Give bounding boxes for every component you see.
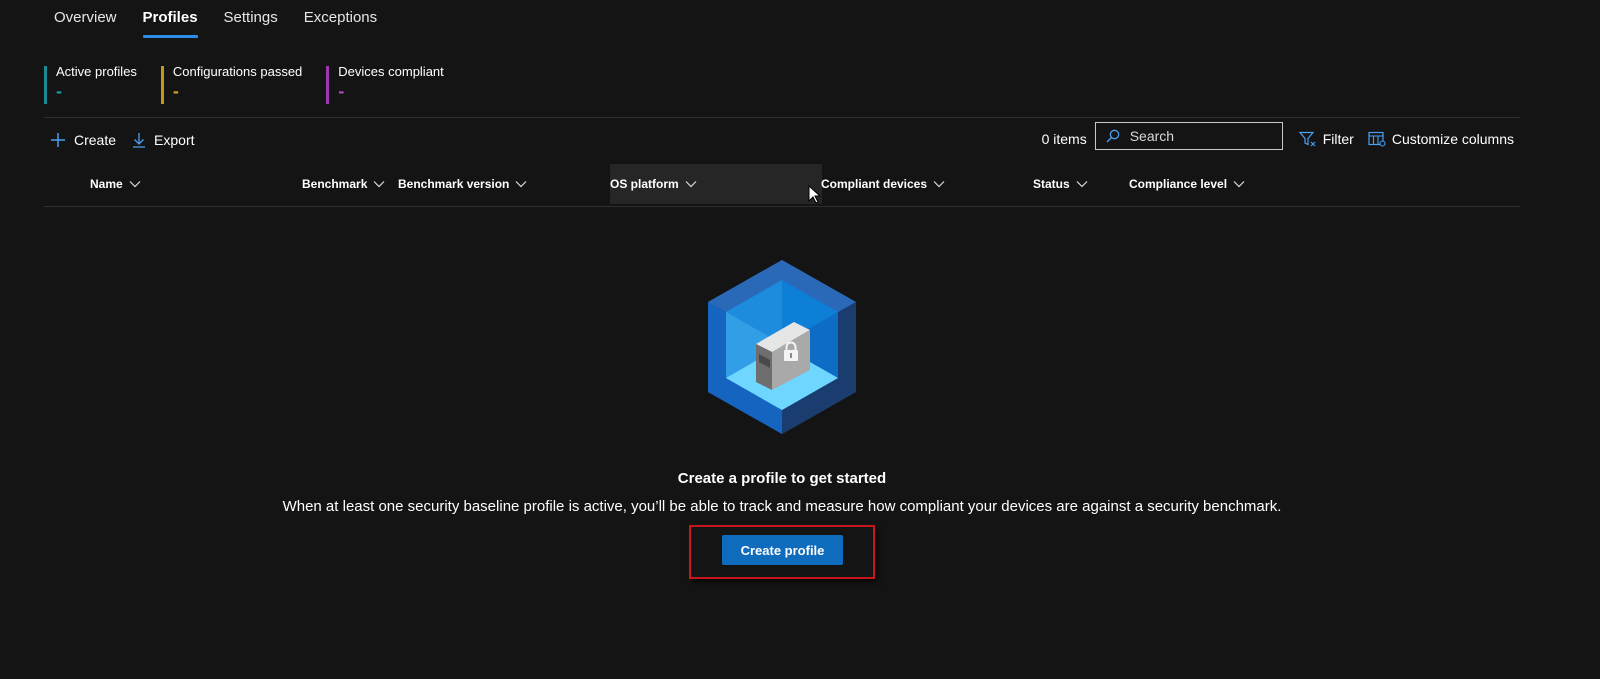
export-button-label: Export bbox=[154, 132, 195, 148]
chevron-down-icon bbox=[129, 181, 141, 188]
empty-state-description: When at least one security baseline prof… bbox=[282, 498, 1282, 515]
metric-color-bar bbox=[326, 66, 330, 104]
column-header-compliance-level[interactable]: Compliance level bbox=[1129, 164, 1245, 204]
search-icon bbox=[1106, 129, 1120, 143]
column-label: Status bbox=[1033, 177, 1070, 191]
column-header-name[interactable]: Name bbox=[90, 164, 141, 204]
divider bbox=[44, 117, 1520, 118]
metric-label: Active profiles bbox=[56, 64, 137, 79]
metric-value: - bbox=[56, 81, 62, 101]
toolbar-right: 0 items Filter Customize columns bbox=[1042, 120, 1514, 152]
filter-label: Filter bbox=[1322, 131, 1354, 147]
chevron-down-icon bbox=[1233, 181, 1245, 188]
search-input[interactable] bbox=[1127, 127, 1282, 145]
empty-state-title: Create a profile to get started bbox=[677, 470, 887, 487]
column-header-benchmark-version[interactable]: Benchmark version bbox=[398, 164, 527, 204]
metric-color-bar bbox=[44, 66, 47, 104]
column-label: Benchmark bbox=[302, 177, 368, 191]
security-baseline-book-icon bbox=[708, 260, 856, 434]
divider bbox=[44, 206, 1520, 207]
chevron-down-icon bbox=[933, 181, 945, 188]
chevron-down-icon bbox=[515, 181, 527, 188]
create-profile-button[interactable]: Create profile bbox=[722, 535, 843, 565]
customize-columns-button[interactable]: Customize columns bbox=[1368, 131, 1514, 147]
command-bar: Create Export bbox=[50, 128, 211, 152]
create-button[interactable]: Create bbox=[50, 132, 116, 148]
column-label: Compliant devices bbox=[821, 177, 928, 191]
column-label: Benchmark version bbox=[398, 177, 510, 191]
create-button-label: Create bbox=[74, 132, 117, 148]
metric-value: - bbox=[172, 81, 179, 101]
download-icon bbox=[133, 133, 146, 148]
table-header: Name Benchmark Benchmark version OS plat… bbox=[44, 164, 1520, 206]
plus-icon bbox=[51, 133, 65, 147]
items-count: 0 items bbox=[1041, 131, 1087, 147]
tab-settings[interactable]: Settings bbox=[224, 8, 278, 38]
metric-value: - bbox=[338, 81, 345, 101]
chevron-down-icon bbox=[1076, 181, 1088, 188]
metric-devices-compliant: Devices compliant - bbox=[326, 64, 444, 106]
column-header-os-platform[interactable]: OS platform bbox=[610, 164, 822, 204]
metric-color-bar bbox=[160, 66, 164, 104]
column-header-compliant-devices[interactable]: Compliant devices bbox=[821, 164, 945, 204]
column-header-benchmark[interactable]: Benchmark bbox=[302, 164, 385, 204]
export-button[interactable]: Export bbox=[132, 132, 195, 148]
mouse-cursor-icon bbox=[808, 185, 822, 204]
chevron-down-icon bbox=[685, 181, 697, 188]
chevron-down-icon bbox=[373, 181, 385, 188]
customize-columns-label: Customize columns bbox=[1391, 131, 1514, 147]
column-label: Compliance level bbox=[1129, 177, 1228, 191]
tab-bar: Overview Profiles Settings Exceptions bbox=[54, 8, 403, 40]
columns-icon bbox=[1368, 131, 1386, 147]
column-label: OS platform bbox=[610, 177, 679, 191]
filter-icon bbox=[1298, 131, 1316, 147]
search-box[interactable] bbox=[1094, 122, 1283, 150]
metric-active-profiles: Active profiles - bbox=[44, 64, 137, 106]
tab-overview[interactable]: Overview bbox=[54, 8, 117, 38]
column-header-status[interactable]: Status bbox=[1033, 164, 1088, 204]
metric-label: Configurations passed bbox=[172, 64, 303, 79]
filter-button[interactable]: Filter bbox=[1298, 131, 1354, 147]
metric-configurations-passed: Configurations passed - bbox=[160, 64, 303, 106]
profiles-page: Overview Profiles Settings Exceptions Ac… bbox=[0, 0, 1600, 679]
tab-profiles[interactable]: Profiles bbox=[142, 8, 198, 38]
tab-exceptions[interactable]: Exceptions bbox=[304, 8, 377, 38]
metrics-summary: Active profiles - Configurations passed … bbox=[44, 64, 468, 106]
column-label: Name bbox=[90, 177, 123, 191]
metric-label: Devices compliant bbox=[338, 64, 444, 79]
